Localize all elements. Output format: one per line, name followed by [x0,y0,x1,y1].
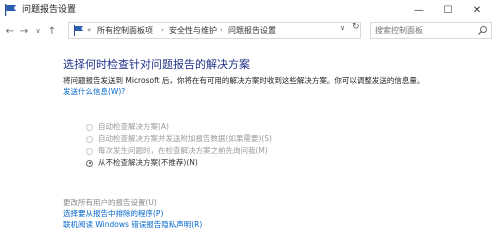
address-bar[interactable]: « 所有控制面板项 › 安全性与维护 › 问题报告设置 [68,22,361,39]
breadcrumb-item-all-control-panel[interactable]: 所有控制面板项 [97,25,153,36]
refresh-icon[interactable]: ↻ [352,22,360,32]
option-label: 从不检查解决方案(不推荐)(N) [98,158,198,167]
maximize-button[interactable]: ☐ [434,0,462,20]
breadcrumb-separator-icon: › [220,26,223,34]
address-dropdown-icon[interactable]: ∨ [340,24,345,32]
up-button[interactable]: ↑ [46,23,58,39]
option-label: 自动检查解决方案并发送附加报告数据(如果需要)(S) [98,134,272,143]
forward-button[interactable]: → [18,23,30,39]
radio-never-check[interactable] [86,159,93,167]
radio-auto-check-send-data[interactable] [86,135,93,143]
flag-icon [74,25,83,36]
privacy-statement-link[interactable]: 联机阅读 Windows 错误报告隐私声明(R) [63,220,202,230]
up-arrow-icon: ↑ [47,25,57,37]
change-all-users-setting-link: 更改所有用户的报告设置(U) [63,198,157,207]
flag-icon [5,4,16,16]
search-input[interactable] [375,25,475,36]
option-never-check[interactable]: 从不检查解决方案(不推荐)(N) [86,157,198,169]
minimize-button[interactable]: — [405,0,433,20]
recent-locations-button[interactable]: ∨ [32,23,44,39]
breadcrumb-item-security-maintenance[interactable]: 安全性与维护 [169,25,217,36]
page-description: 将问题报告发送到 Microsoft 后，你将在有可用的解决方案时收到这些解决方… [63,76,425,85]
option-auto-check-send-data[interactable]: 自动检查解决方案并发送附加报告数据(如果需要)(S) [86,133,272,145]
radio-auto-check[interactable] [86,123,93,131]
option-ask-me[interactable]: 每次发生问题时，在检查解决方案之前先询问我(M) [86,145,268,157]
breadcrumb-item-problem-report-settings[interactable]: 问题报告设置 [228,25,276,36]
back-arrow-icon: ← [5,25,15,37]
exclude-programs-link[interactable]: 选择要从报告中排除的程序(P) [63,209,163,219]
search-box[interactable] [370,22,492,39]
option-label: 每次发生问题时，在检查解决方案之前先询问我(M) [98,146,268,155]
title-bar: 问题报告设置 — ☐ ✕ [0,0,496,20]
forward-arrow-icon: → [19,25,29,37]
breadcrumb-overflow-icon[interactable]: « [87,25,91,36]
search-icon[interactable] [477,25,488,36]
page-title: 选择何时检查针对问题报告的解决方案 [63,58,250,71]
breadcrumb-separator-icon: › [161,26,164,34]
option-label: 自动检查解决方案(A) [98,122,169,131]
option-auto-check[interactable]: 自动检查解决方案(A) [86,121,169,133]
window-title: 问题报告设置 [22,5,77,15]
what-info-sent-link[interactable]: 发送什么信息(W)? [63,87,125,97]
chevron-down-icon: ∨ [35,27,41,35]
back-button[interactable]: ← [4,23,16,39]
close-button[interactable]: ✕ [463,0,491,20]
radio-ask-me[interactable] [86,147,93,155]
